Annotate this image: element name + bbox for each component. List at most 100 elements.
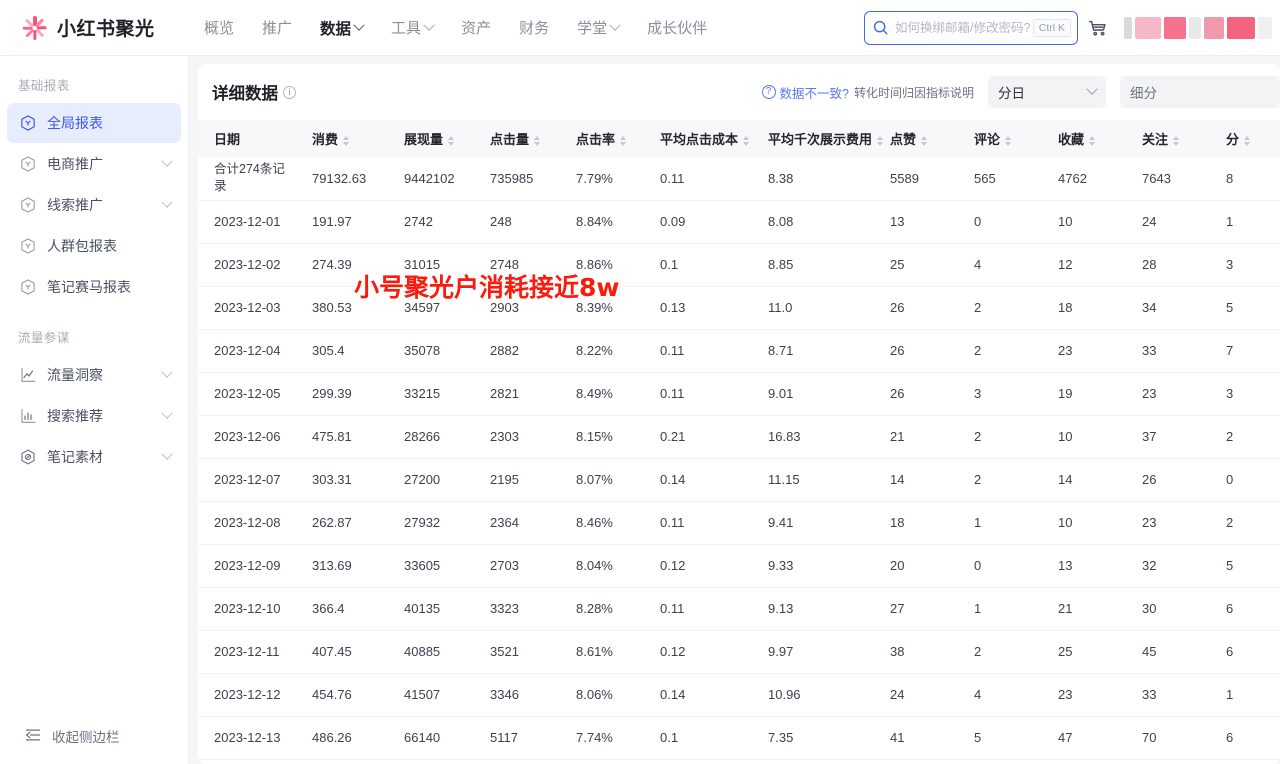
column-header-comments[interactable]: 评论 [958,120,1042,157]
column-header-clicks[interactable]: 点击量 [474,120,560,157]
sort-icon[interactable] [620,136,626,146]
xiaohongshu-burst-logo-icon [22,15,48,41]
sort-icon[interactable] [877,136,883,146]
table-body: 合计274条记录 79132.63 9442102 735985 7.79% 0… [198,157,1280,759]
sort-icon[interactable] [743,136,749,146]
cell-ctr: 8.61% [560,630,644,673]
table-row[interactable]: 2023-12-09313.693360527038.04%0.129.3320… [198,544,1280,587]
cell-cpc: 0.1 [644,716,752,759]
column-header-cpc[interactable]: 平均点击成本 [644,120,752,157]
sort-icon[interactable] [1244,136,1250,146]
sort-icon[interactable] [343,136,349,146]
page-title-text: 详细数据 [212,80,278,104]
cell-cost: 366.4 [296,587,388,630]
column-header-ctr[interactable]: 点击率 [560,120,644,157]
cell-follows: 37 [1126,415,1210,458]
table-row[interactable]: 2023-12-01191.9727422488.84%0.098.081301… [198,200,1280,243]
table-row[interactable]: 2023-12-11407.454088535218.61%0.129.9738… [198,630,1280,673]
chevron-down-icon [161,197,172,208]
nav-item-data[interactable]: 数据 [306,11,377,45]
cell-date: 2023-12-12 [198,673,296,716]
sidebar-item-search-recommend[interactable]: 搜索推荐 [7,396,181,436]
cell-date: 2023-12-10 [198,587,296,630]
nav-item-finance[interactable]: 财务 [505,11,563,44]
cell-clicks: 2195 [474,458,560,501]
column-header-likes[interactable]: 点赞 [874,120,958,157]
table-header-row: 日期 消费 展现量 点击量 点击率 平均点击成本 平均千次展示费用 点赞 评论 … [198,120,1280,157]
cell-cpc: 0.11 [644,372,752,415]
sidebar-item-note-race-report[interactable]: 笔记赛马报表 [7,267,181,307]
column-header-impressions[interactable]: 展现量 [388,120,474,157]
granularity-select[interactable]: 分日 [988,76,1106,108]
cell-ctr: 7.74% [560,716,644,759]
cell-cpc: 0.21 [644,415,752,458]
sidebar-item-traffic-insight[interactable]: 流量洞察 [7,355,181,395]
breakdown-select[interactable]: 细分 [1120,76,1280,108]
table-row[interactable]: 2023-12-10366.44013533238.28%0.119.13271… [198,587,1280,630]
nav-label: 成长伙伴 [647,17,707,38]
column-header-truncated[interactable]: 分 [1210,120,1280,157]
sort-icon[interactable] [1173,136,1179,146]
sort-icon[interactable] [1005,136,1011,146]
sort-icon[interactable] [534,136,540,146]
account-info-redacted[interactable] [1124,17,1272,39]
table-row[interactable]: 2023-12-07303.312720021958.07%0.1411.151… [198,458,1280,501]
sort-icon[interactable] [1089,136,1095,146]
sort-icon[interactable] [448,136,454,146]
cell-follows: 7643 [1126,157,1210,200]
cell-cost: 303.31 [296,458,388,501]
search-input[interactable] [895,21,1033,35]
cell-favorites: 21 [1042,587,1126,630]
cell-comments: 2 [958,630,1042,673]
nav-item-growth-partner[interactable]: 成长伙伴 [633,11,721,44]
column-header-favorites[interactable]: 收藏 [1042,120,1126,157]
attribution-note[interactable]: 转化时间归因指标说明 [854,84,974,101]
data-inconsistency-link[interactable]: ? 数据不一致? [762,83,849,102]
nav-item-overview[interactable]: 概览 [190,11,248,44]
table-row[interactable]: 2023-12-08262.872793223648.46%0.119.4118… [198,501,1280,544]
column-header-cost[interactable]: 消费 [296,120,388,157]
global-search[interactable]: Ctrl K [864,11,1078,45]
sidebar-item-ecommerce-promotion[interactable]: 电商推广 [7,144,181,184]
table-row[interactable]: 2023-12-02274.393101527488.86%0.18.85254… [198,243,1280,286]
table-row[interactable]: 2023-12-05299.393321528218.49%0.119.0126… [198,372,1280,415]
nav-item-tools[interactable]: 工具 [377,11,447,44]
table-row[interactable]: 2023-12-03380.533459729038.39%0.1311.026… [198,286,1280,329]
cell-ctr: 8.86% [560,243,644,286]
nav-item-assets[interactable]: 资产 [447,11,505,44]
column-header-cpm[interactable]: 平均千次展示费用 [752,120,874,157]
sidebar-item-leads-promotion[interactable]: 线索推广 [7,185,181,225]
line-chart-icon [18,366,37,385]
nav-item-academy[interactable]: 学堂 [563,11,633,44]
shopping-cart-icon[interactable] [1078,11,1118,45]
cell-impressions: 28266 [388,415,474,458]
cell-follows: 45 [1126,630,1210,673]
cell-favorites: 12 [1042,243,1126,286]
sort-icon[interactable] [921,136,927,146]
sidebar-item-audience-package-report[interactable]: 人群包报表 [7,226,181,266]
cell-likes: 26 [874,329,958,372]
info-circle-icon[interactable]: i [283,86,296,99]
sidebar-item-global-report[interactable]: 全局报表 [7,103,181,143]
brand-logo[interactable]: 小红书聚光 [0,14,176,41]
nav-item-promotion[interactable]: 推广 [248,11,306,44]
hexagon-report-icon [18,114,37,133]
sidebar-item-note-material[interactable]: 笔记素材 [7,437,181,477]
column-header-follows[interactable]: 关注 [1126,120,1210,157]
table-row[interactable]: 2023-12-06475.812826623038.15%0.2116.832… [198,415,1280,458]
data-table-container[interactable]: 日期 消费 展现量 点击量 点击率 平均点击成本 平均千次展示费用 点赞 评论 … [198,120,1280,760]
cell-comments: 2 [958,329,1042,372]
table-row-total[interactable]: 合计274条记录 79132.63 9442102 735985 7.79% 0… [198,157,1280,200]
collapse-sidebar-button[interactable]: 收起侧边栏 [0,708,188,764]
cell-cpm: 8.85 [752,243,874,286]
cell-favorites: 47 [1042,716,1126,759]
table-row[interactable]: 2023-12-13486.266614051177.74%0.17.35415… [198,716,1280,759]
sidebar-item-label: 线索推广 [47,195,103,215]
hexagon-report-icon [18,278,37,297]
table-row[interactable]: 2023-12-12454.764150733468.06%0.1410.962… [198,673,1280,716]
cell-cost: 380.53 [296,286,388,329]
chevron-down-icon [161,449,172,460]
cell-ctr: 8.22% [560,329,644,372]
search-shortcut-badge: Ctrl K [1033,19,1071,37]
table-row[interactable]: 2023-12-04305.43507828828.22%0.118.71262… [198,329,1280,372]
